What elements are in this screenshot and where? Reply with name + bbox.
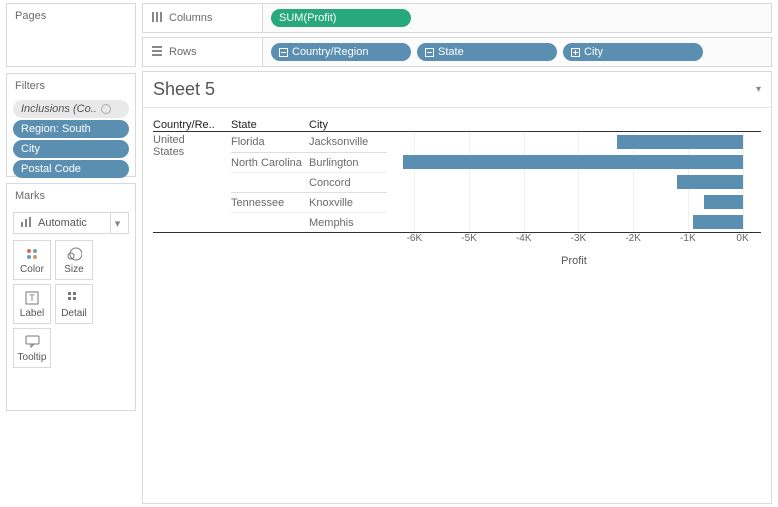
pill-label: City xyxy=(21,143,40,155)
marks-type-label: Automatic xyxy=(38,217,104,229)
bar[interactable] xyxy=(617,135,743,149)
pill-label: Region: South xyxy=(21,123,91,135)
bar[interactable] xyxy=(677,175,743,189)
svg-text:T: T xyxy=(29,293,35,303)
marks-size-button[interactable]: Size xyxy=(55,240,93,280)
collapse-icon xyxy=(279,48,288,57)
columns-shelf[interactable]: Columns SUM(Profit) xyxy=(142,3,772,33)
rows-pill-state[interactable]: State xyxy=(417,43,557,61)
pill-label: Country/Region xyxy=(292,46,368,58)
filters-title: Filters xyxy=(7,74,135,98)
filter-pill-city[interactable]: City xyxy=(13,140,129,158)
pill-label: Postal Code xyxy=(21,163,81,175)
marks-tooltip-button[interactable]: Tooltip xyxy=(13,328,51,368)
rows-label: Rows xyxy=(169,46,197,58)
pill-label: City xyxy=(584,46,603,58)
filter-pill-postal[interactable]: Postal Code xyxy=(13,160,129,178)
state-cell[interactable]: North Carolina xyxy=(231,152,309,172)
rows-icon xyxy=(151,45,163,60)
marks-title: Marks xyxy=(7,184,135,208)
axis-tick: -6K xyxy=(407,233,423,244)
city-cell[interactable]: Jacksonville xyxy=(309,132,387,152)
axis-tick: -4K xyxy=(516,233,532,244)
viz-panel: Sheet 5 ▾ Country/Re.. State City United… xyxy=(142,71,772,504)
header-country[interactable]: Country/Re.. xyxy=(153,119,231,131)
detail-icon xyxy=(67,290,81,306)
columns-pill-profit[interactable]: SUM(Profit) xyxy=(271,9,411,27)
marks-label-button[interactable]: T Label xyxy=(13,284,51,324)
link-icon xyxy=(101,104,111,114)
marks-card: Marks Automatic ▾ Color xyxy=(6,183,136,411)
rows-shelf[interactable]: Rows Country/Region State City xyxy=(142,37,772,67)
axis-tick: -3K xyxy=(571,233,587,244)
expand-icon xyxy=(571,48,580,57)
rows-pill-city[interactable]: City xyxy=(563,43,703,61)
bar-chart-icon xyxy=(20,216,32,231)
columns-icon xyxy=(151,11,163,26)
bar-row xyxy=(387,212,761,232)
bar[interactable] xyxy=(403,155,742,169)
marks-color-button[interactable]: Color xyxy=(13,240,51,280)
city-cell[interactable]: Memphis xyxy=(309,212,387,232)
filter-pill-region[interactable]: Region: South xyxy=(13,120,129,138)
rows-pill-country[interactable]: Country/Region xyxy=(271,43,411,61)
pill-label: Inclusions (Co.. xyxy=(21,103,97,115)
filter-pill-inclusions[interactable]: Inclusions (Co.. xyxy=(13,100,129,118)
filters-shelf[interactable]: Filters Inclusions (Co.. Region: South C… xyxy=(6,73,136,177)
bar[interactable] xyxy=(704,195,742,209)
axis-tick: 0K xyxy=(736,233,748,244)
axis-tick: -1K xyxy=(680,233,696,244)
axis-tick: -2K xyxy=(625,233,641,244)
state-cell[interactable]: Tennessee xyxy=(231,192,309,212)
collapse-icon xyxy=(425,48,434,57)
pages-title: Pages xyxy=(7,4,135,28)
pill-label: State xyxy=(438,46,464,58)
label-icon: T xyxy=(25,290,39,306)
country-cell[interactable]: UnitedStates xyxy=(153,132,231,232)
pages-shelf[interactable]: Pages xyxy=(6,3,136,67)
cell-label: Color xyxy=(20,264,44,275)
sheet-menu-caret[interactable]: ▾ xyxy=(756,84,761,95)
marks-type-dropdown[interactable]: Automatic ▾ xyxy=(13,212,129,234)
columns-label: Columns xyxy=(169,12,212,24)
state-cell[interactable]: Florida xyxy=(231,132,309,152)
axis-tick: -5K xyxy=(461,233,477,244)
sheet-title[interactable]: Sheet 5 xyxy=(153,79,215,100)
bar-row xyxy=(387,132,761,152)
cell-label: Detail xyxy=(61,308,87,319)
city-cell[interactable]: Knoxville xyxy=(309,192,387,212)
cell-label: Label xyxy=(20,308,44,319)
header-city[interactable]: City xyxy=(309,119,387,131)
city-cell[interactable]: Burlington xyxy=(309,152,387,172)
bar-row xyxy=(387,172,761,192)
bar[interactable] xyxy=(693,215,742,229)
pill-label: SUM(Profit) xyxy=(279,12,336,24)
chevron-down-icon: ▾ xyxy=(110,213,124,233)
size-icon xyxy=(66,246,82,262)
city-cell[interactable]: Concord xyxy=(309,172,387,192)
bar-row xyxy=(387,152,761,172)
bar-row xyxy=(387,192,761,212)
header-state[interactable]: State xyxy=(231,119,309,131)
cell-label: Size xyxy=(64,264,83,275)
axis-label[interactable]: Profit xyxy=(387,255,761,267)
cell-label: Tooltip xyxy=(18,352,47,363)
tooltip-icon xyxy=(25,334,40,350)
marks-detail-button[interactable]: Detail xyxy=(55,284,93,324)
color-icon xyxy=(25,246,39,262)
